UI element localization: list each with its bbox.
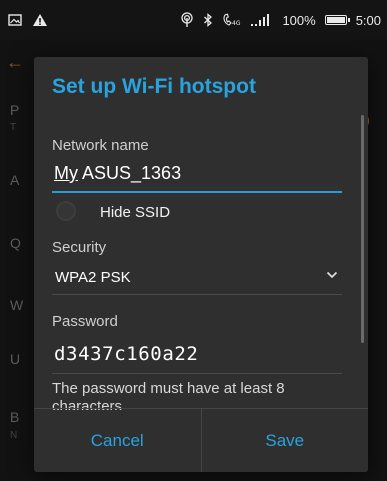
password-underline: [52, 373, 342, 374]
battery-percent: 100%: [282, 12, 316, 28]
hide-ssid-label: Hide SSID: [100, 204, 171, 221]
wifi-hotspot-dialog: Set up Wi-Fi hotspot Network name My ASU…: [34, 57, 368, 472]
security-label: Security: [52, 239, 107, 256]
battery-icon: [324, 15, 350, 25]
hotspot-icon: [180, 12, 194, 28]
password-hint: The password must have at least 8 charac…: [52, 380, 285, 410]
network-name-underline: [52, 191, 342, 193]
network-name-rest: ASUS_1363: [78, 163, 182, 183]
bg-item-letter: W: [10, 297, 24, 313]
chevron-down-icon: [326, 268, 338, 282]
network-name-prefix: My: [54, 163, 78, 183]
password-label: Password: [52, 313, 118, 330]
network-name-label: Network name: [52, 137, 149, 154]
bg-item-sub: T: [10, 122, 17, 133]
save-button[interactable]: Save: [202, 409, 369, 472]
security-dropdown[interactable]: WPA2 PSK: [52, 263, 342, 295]
bg-item-letter: B: [10, 409, 20, 425]
warning-icon: [32, 13, 48, 27]
bluetooth-icon: [203, 13, 213, 27]
password-input[interactable]: d3437c160a22: [54, 343, 198, 365]
back-arrow-icon[interactable]: ←: [6, 52, 26, 72]
dialog-buttons: Cancel Save: [34, 408, 368, 472]
cancel-button[interactable]: Cancel: [34, 409, 202, 472]
signal-icon: [251, 14, 273, 26]
svg-text:4G: 4G: [232, 20, 241, 27]
hide-ssid-checkbox[interactable]: [56, 201, 76, 221]
security-value: WPA2 PSK: [55, 269, 131, 286]
bg-item-sub: N: [10, 430, 18, 441]
bg-item-letter: Q: [10, 235, 21, 251]
bg-item-letter: A: [10, 172, 20, 188]
dialog-title: Set up Wi-Fi hotspot: [52, 75, 256, 98]
network-name-input[interactable]: My ASUS_1363: [54, 163, 342, 184]
status-right-icons: 4G 100% 5:00: [180, 12, 381, 28]
bg-item-letter: P: [10, 102, 20, 118]
bg-item-letter: U: [10, 351, 21, 367]
image-icon: [8, 14, 22, 26]
status-left-icons: [8, 13, 48, 27]
status-bar: 4G 100% 5:00: [0, 0, 387, 40]
wifi-calling-icon: 4G: [222, 13, 242, 27]
dialog-scrollbar[interactable]: [361, 115, 364, 343]
clock: 5:00: [355, 12, 381, 28]
